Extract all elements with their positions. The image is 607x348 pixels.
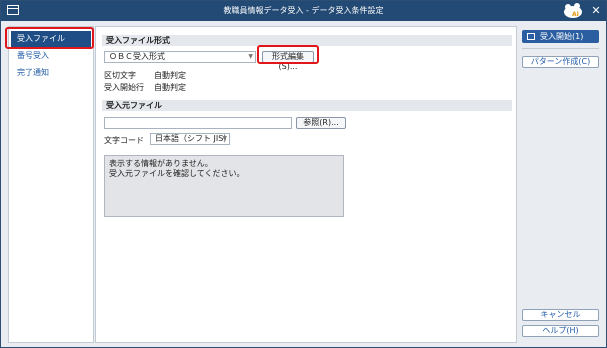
highlight-edit-button-frame xyxy=(257,45,319,64)
delimiter-value: 自動判定 xyxy=(154,71,186,80)
import-icon xyxy=(527,33,535,40)
start-row-value: 自動判定 xyxy=(154,83,186,92)
help-button[interactable]: ヘルプ(H) xyxy=(522,325,599,337)
action-pane: 受入開始(1) パターン作成(C) キャンセル ヘルプ(H) xyxy=(518,26,602,341)
message-line-2: 受入元ファイルを確認してください。 xyxy=(109,169,245,178)
message-line-1: 表示する情報がありません。 xyxy=(109,159,213,168)
start-row-label: 受入開始行 xyxy=(104,83,144,92)
chevron-down-icon: ▼ xyxy=(222,135,227,142)
logo-text: AI xyxy=(572,11,579,18)
cancel-button[interactable]: キャンセル xyxy=(522,309,599,321)
message-box: 表示する情報がありません。 受入元ファイルを確認してください。 xyxy=(104,155,344,217)
window-title: 教職員情報データ受入 - データ受入条件設定 xyxy=(223,6,384,15)
sidebar: 受入ファイル 番号受入 完了通知 xyxy=(8,26,94,343)
file-path-input[interactable] xyxy=(104,117,292,129)
sidebar-item-number-receive[interactable]: 番号受入 xyxy=(11,48,91,64)
start-receive-button[interactable]: 受入開始(1) xyxy=(522,30,599,43)
sidebar-item-complete-notice[interactable]: 完了通知 xyxy=(11,65,91,81)
app-logo: AI xyxy=(564,3,582,18)
create-pattern-button[interactable]: パターン作成(C) xyxy=(522,56,599,68)
encoding-select[interactable]: 日本語（シフト JIS） ▼ xyxy=(150,133,232,145)
format-select[interactable]: ＯＢＣ受入形式 ▼ xyxy=(104,51,256,63)
encoding-select-value: 日本語（シフト JIS） xyxy=(155,134,232,143)
close-icon[interactable]: ✕ xyxy=(589,3,603,19)
main-content: 受入ファイル形式 ＯＢＣ受入形式 ▼ 形式編集(S)... 区切文字 自動判定 … xyxy=(95,26,517,343)
app-window: 教職員情報データ受入 - データ受入条件設定 AI ✕ 受入ファイル 番号受入 … xyxy=(0,0,607,348)
browse-button[interactable]: 参照(R)... xyxy=(296,117,346,129)
title-bar: 教職員情報データ受入 - データ受入条件設定 AI ✕ xyxy=(1,1,606,21)
start-receive-label: 受入開始(1) xyxy=(540,32,584,41)
format-select-value: ＯＢＣ受入形式 xyxy=(109,52,165,61)
delimiter-label: 区切文字 xyxy=(104,71,136,80)
source-section-heading: 受入元ファイル xyxy=(102,100,512,111)
chevron-down-icon: ▼ xyxy=(248,53,253,60)
highlight-sidebar-frame xyxy=(5,27,94,49)
divider xyxy=(522,48,599,49)
encoding-label: 文字コード xyxy=(104,136,144,145)
